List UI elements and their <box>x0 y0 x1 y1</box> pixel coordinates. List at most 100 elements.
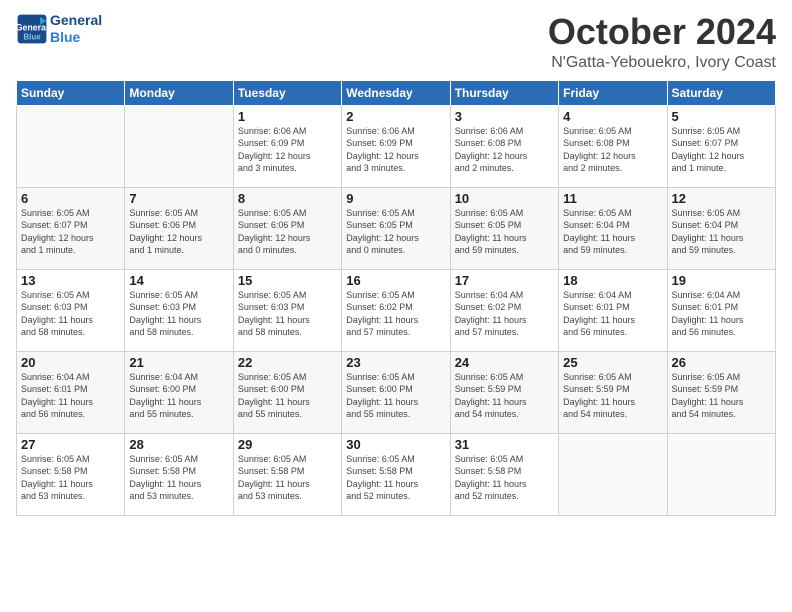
day-info: Sunrise: 6:05 AM Sunset: 6:02 PM Dayligh… <box>346 289 445 339</box>
day-info: Sunrise: 6:04 AM Sunset: 6:00 PM Dayligh… <box>129 371 228 421</box>
day-number: 16 <box>346 273 445 288</box>
day-info: Sunrise: 6:05 AM Sunset: 5:58 PM Dayligh… <box>238 453 337 503</box>
day-number: 22 <box>238 355 337 370</box>
location-title: N'Gatta-Yebouekro, Ivory Coast <box>548 54 776 72</box>
day-info: Sunrise: 6:05 AM Sunset: 5:59 PM Dayligh… <box>563 371 662 421</box>
calendar-cell: 20Sunrise: 6:04 AM Sunset: 6:01 PM Dayli… <box>17 351 125 433</box>
weekday-header: Monday <box>125 80 233 105</box>
day-number: 26 <box>672 355 771 370</box>
day-info: Sunrise: 6:06 AM Sunset: 6:09 PM Dayligh… <box>346 125 445 175</box>
day-info: Sunrise: 6:05 AM Sunset: 6:06 PM Dayligh… <box>129 207 228 257</box>
calendar-week-row: 13 Sunrise: 6:05 AM Sunset: 6:03 PM Dayli… <box>17 269 776 351</box>
calendar-cell: 4Sunrise: 6:05 AM Sunset: 6:08 PM Daylig… <box>559 105 667 187</box>
header: General Blue General Blue October 2024 N… <box>16 12 776 72</box>
logo-blue: Blue <box>50 29 102 46</box>
weekday-header: Tuesday <box>233 80 341 105</box>
day-info: Sunrise: 6:05 AM Sunset: 5:58 PM Dayligh… <box>346 453 445 503</box>
day-number: 11 <box>563 191 662 206</box>
day-info: Sunrise: 6:05 AM Sunset: 5:58 PM Dayligh… <box>21 453 120 503</box>
calendar-cell: 30Sunrise: 6:05 AM Sunset: 5:58 PM Dayli… <box>342 433 450 515</box>
calendar-cell: 14Sunrise: 6:05 AM Sunset: 6:03 PM Dayli… <box>125 269 233 351</box>
logo: General Blue General Blue <box>16 12 102 46</box>
day-number: 24 <box>455 355 554 370</box>
logo-icon: General Blue <box>16 13 48 45</box>
day-number: 18 <box>563 273 662 288</box>
day-info: Sunrise: 6:05 AM Sunset: 6:03 PM Dayligh… <box>238 289 337 339</box>
calendar-cell: 10Sunrise: 6:05 AM Sunset: 6:05 PM Dayli… <box>450 187 558 269</box>
day-number: 31 <box>455 437 554 452</box>
day-info: Sunrise: 6:05 AM Sunset: 5:58 PM Dayligh… <box>129 453 228 503</box>
day-info: Sunrise: 6:05 AM Sunset: 6:05 PM Dayligh… <box>346 207 445 257</box>
day-number: 8 <box>238 191 337 206</box>
day-info: Sunrise: 6:05 AM Sunset: 6:00 PM Dayligh… <box>238 371 337 421</box>
day-number: 20 <box>21 355 120 370</box>
calendar-cell: 27Sunrise: 6:05 AM Sunset: 5:58 PM Dayli… <box>17 433 125 515</box>
day-number: 7 <box>129 191 228 206</box>
calendar-cell <box>559 433 667 515</box>
calendar-cell: 21Sunrise: 6:04 AM Sunset: 6:00 PM Dayli… <box>125 351 233 433</box>
calendar-cell: 2Sunrise: 6:06 AM Sunset: 6:09 PM Daylig… <box>342 105 450 187</box>
day-number: 15 <box>238 273 337 288</box>
day-info: Sunrise: 6:05 AM Sunset: 5:59 PM Dayligh… <box>455 371 554 421</box>
calendar-cell: 11Sunrise: 6:05 AM Sunset: 6:04 PM Dayli… <box>559 187 667 269</box>
calendar-cell: 1Sunrise: 6:06 AM Sunset: 6:09 PM Daylig… <box>233 105 341 187</box>
calendar-cell <box>667 433 775 515</box>
day-number: 30 <box>346 437 445 452</box>
calendar-cell: 3Sunrise: 6:06 AM Sunset: 6:08 PM Daylig… <box>450 105 558 187</box>
day-info: Sunrise: 6:05 AM Sunset: 6:04 PM Dayligh… <box>563 207 662 257</box>
calendar-cell: 26Sunrise: 6:05 AM Sunset: 5:59 PM Dayli… <box>667 351 775 433</box>
day-number: 3 <box>455 109 554 124</box>
calendar-cell: 24Sunrise: 6:05 AM Sunset: 5:59 PM Dayli… <box>450 351 558 433</box>
calendar-cell: 19Sunrise: 6:04 AM Sunset: 6:01 PM Dayli… <box>667 269 775 351</box>
calendar-week-row: 6Sunrise: 6:05 AM Sunset: 6:07 PM Daylig… <box>17 187 776 269</box>
day-number: 13 <box>21 273 120 288</box>
day-number: 1 <box>238 109 337 124</box>
day-number: 10 <box>455 191 554 206</box>
day-number: 12 <box>672 191 771 206</box>
day-number: 27 <box>21 437 120 452</box>
day-number: 14 <box>129 273 228 288</box>
day-info: Sunrise: 6:04 AM Sunset: 6:02 PM Dayligh… <box>455 289 554 339</box>
calendar-cell: 16Sunrise: 6:05 AM Sunset: 6:02 PM Dayli… <box>342 269 450 351</box>
calendar-cell: 12Sunrise: 6:05 AM Sunset: 6:04 PM Dayli… <box>667 187 775 269</box>
day-number: 17 <box>455 273 554 288</box>
calendar-cell <box>125 105 233 187</box>
day-number: 21 <box>129 355 228 370</box>
day-info: Sunrise: 6:05 AM Sunset: 6:00 PM Dayligh… <box>346 371 445 421</box>
calendar-cell: 22Sunrise: 6:05 AM Sunset: 6:00 PM Dayli… <box>233 351 341 433</box>
weekday-header: Sunday <box>17 80 125 105</box>
weekday-header: Friday <box>559 80 667 105</box>
day-info: Sunrise: 6:05 AM Sunset: 5:59 PM Dayligh… <box>672 371 771 421</box>
calendar-cell <box>17 105 125 187</box>
day-info: Sunrise: 6:05 AM Sunset: 6:07 PM Dayligh… <box>672 125 771 175</box>
day-number: 25 <box>563 355 662 370</box>
day-info: Sunrise: 6:06 AM Sunset: 6:09 PM Dayligh… <box>238 125 337 175</box>
title-block: October 2024 N'Gatta-Yebouekro, Ivory Co… <box>548 12 776 72</box>
calendar-cell: 23Sunrise: 6:05 AM Sunset: 6:00 PM Dayli… <box>342 351 450 433</box>
day-number: 2 <box>346 109 445 124</box>
logo-general: General <box>50 12 102 29</box>
day-number: 9 <box>346 191 445 206</box>
day-number: 28 <box>129 437 228 452</box>
day-number: 6 <box>21 191 120 206</box>
calendar-cell: 28Sunrise: 6:05 AM Sunset: 5:58 PM Dayli… <box>125 433 233 515</box>
page-container: General Blue General Blue October 2024 N… <box>0 0 792 612</box>
calendar-week-row: 1Sunrise: 6:06 AM Sunset: 6:09 PM Daylig… <box>17 105 776 187</box>
calendar-cell: 7Sunrise: 6:05 AM Sunset: 6:06 PM Daylig… <box>125 187 233 269</box>
day-info: Sunrise: 6:05 AM Sunset: 6:08 PM Dayligh… <box>563 125 662 175</box>
day-number: 29 <box>238 437 337 452</box>
calendar-cell: 13Sunrise: 6:05 AM Sunset: 6:03 PM Dayli… <box>17 269 125 351</box>
day-info: Sunrise: 6:05 AM Sunset: 6:05 PM Dayligh… <box>455 207 554 257</box>
svg-text:General: General <box>16 22 48 32</box>
calendar-cell: 18Sunrise: 6:04 AM Sunset: 6:01 PM Dayli… <box>559 269 667 351</box>
calendar-week-row: 27Sunrise: 6:05 AM Sunset: 5:58 PM Dayli… <box>17 433 776 515</box>
day-info: Sunrise: 6:06 AM Sunset: 6:08 PM Dayligh… <box>455 125 554 175</box>
weekday-header: Saturday <box>667 80 775 105</box>
calendar-cell: 6Sunrise: 6:05 AM Sunset: 6:07 PM Daylig… <box>17 187 125 269</box>
day-number: 23 <box>346 355 445 370</box>
day-info: Sunrise: 6:05 AM Sunset: 6:03 PM Dayligh… <box>129 289 228 339</box>
calendar-cell: 5Sunrise: 6:05 AM Sunset: 6:07 PM Daylig… <box>667 105 775 187</box>
calendar-cell: 8Sunrise: 6:05 AM Sunset: 6:06 PM Daylig… <box>233 187 341 269</box>
calendar-table: SundayMondayTuesdayWednesdayThursdayFrid… <box>16 80 776 516</box>
calendar-cell: 29Sunrise: 6:05 AM Sunset: 5:58 PM Dayli… <box>233 433 341 515</box>
